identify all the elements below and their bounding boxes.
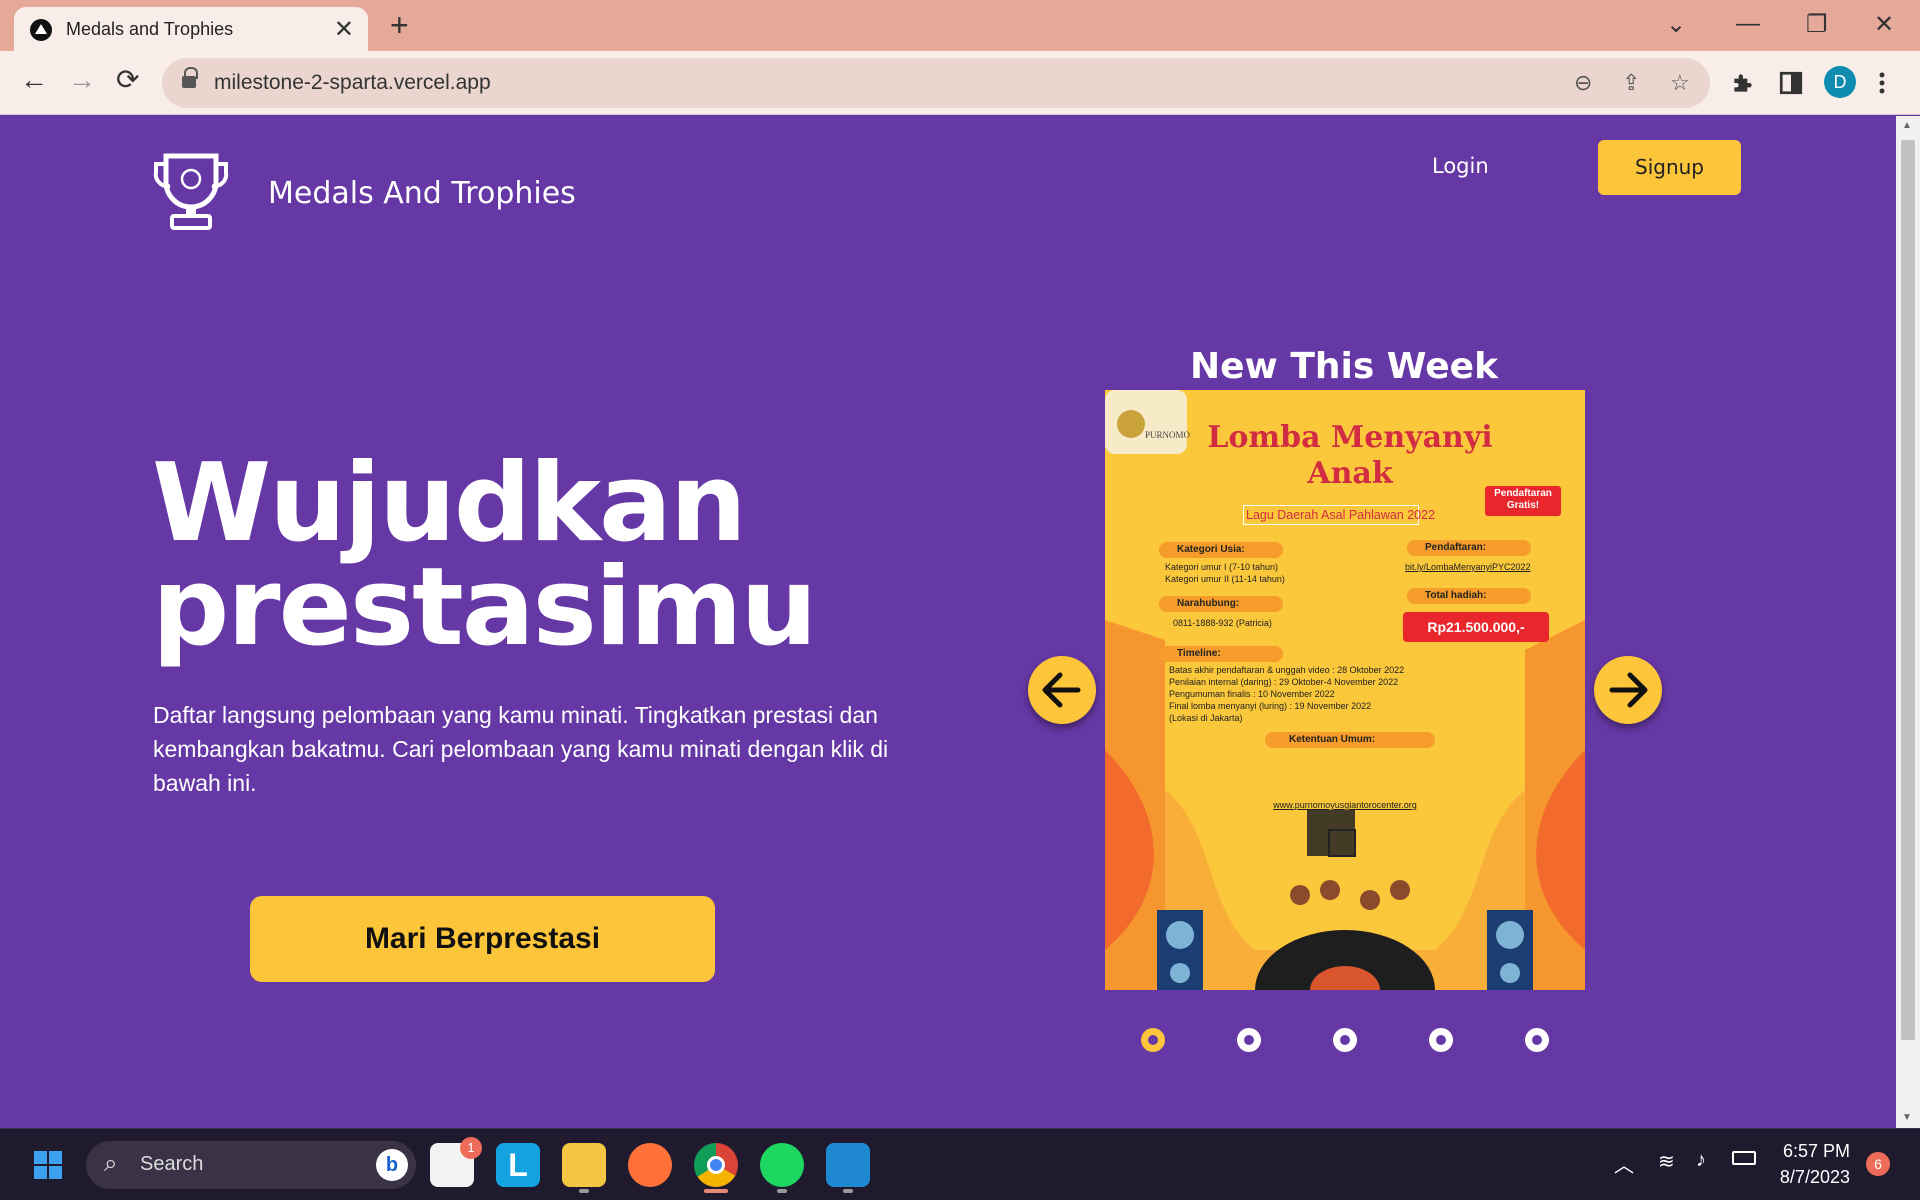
tab-search-chevron-icon[interactable]: ⌄	[1666, 10, 1686, 39]
browser-tab-bar: Medals and Trophies ✕ + ⌄ — ❐ ✕	[0, 0, 1920, 51]
hero-title: Wujudkan prestasimu	[152, 441, 817, 670]
poster-kategori-label: Kategori Usia:	[1159, 542, 1283, 558]
windows-start-icon[interactable]	[34, 1151, 62, 1179]
volume-icon[interactable]: ♪	[1696, 1149, 1706, 1172]
mari-berprestasi-button[interactable]: Mari Berprestasi	[250, 896, 715, 982]
poster-hadiah: Rp21.500.000,-	[1427, 619, 1525, 635]
carousel-dot[interactable]	[1429, 1028, 1453, 1052]
spotify-running-indicator	[777, 1189, 787, 1193]
browser-tab[interactable]: Medals and Trophies ✕	[14, 7, 368, 51]
store-badge: 1	[460, 1137, 482, 1159]
signup-button[interactable]: Signup	[1598, 140, 1741, 195]
taskbar-search[interactable]: ⌕ Search b	[86, 1141, 416, 1189]
reload-button[interactable]: ⟳	[116, 65, 139, 95]
side-panel-icon[interactable]	[1778, 70, 1804, 96]
restore-button[interactable]: ❐	[1806, 10, 1828, 39]
login-link[interactable]: Login	[1432, 154, 1489, 178]
poster-timeline-item: (Lokasi di Jakarta)	[1169, 713, 1243, 723]
vscode-running-indicator	[843, 1189, 853, 1193]
microsoft-store-icon[interactable]: 1	[430, 1137, 482, 1187]
poster-timeline-label: Timeline:	[1159, 646, 1283, 662]
firefox-icon[interactable]	[628, 1143, 672, 1187]
chrome-icon[interactable]	[694, 1143, 738, 1187]
carousel-dot[interactable]	[1333, 1028, 1357, 1052]
carousel-dot[interactable]	[1141, 1028, 1165, 1052]
poster-kategori-1: Kategori umur I (7-10 tahun)	[1165, 562, 1279, 572]
competition-poster[interactable]: PURNOMO Lomba Menyanyi Anak Lagu Daerah …	[1105, 390, 1585, 990]
arrow-left-icon	[1042, 672, 1081, 708]
minimize-button[interactable]: —	[1736, 10, 1760, 38]
spotify-icon[interactable]	[760, 1143, 804, 1187]
show-hidden-icons-chevron-icon[interactable]: ︿	[1614, 1149, 1634, 1178]
carousel-dot[interactable]	[1525, 1028, 1549, 1052]
bing-icon[interactable]: b	[376, 1149, 408, 1181]
poster-timeline-item: Pengumuman finalis : 10 November 2022	[1169, 689, 1335, 699]
tab-close-icon[interactable]: ✕	[334, 15, 354, 44]
extensions-puzzle-icon[interactable]	[1730, 70, 1756, 96]
kebab-menu-icon[interactable]	[1878, 71, 1886, 95]
zoom-icon[interactable]: ⊖	[1574, 70, 1592, 96]
poster-kategori-2: Kategori umur II (11-14 tahun)	[1165, 574, 1285, 584]
poster-hadiah-label: Total hadiah:	[1407, 588, 1531, 604]
brand-name[interactable]: Medals And Trophies	[268, 176, 576, 211]
scroll-down-icon[interactable]: ▼	[1902, 1112, 1912, 1123]
vercel-favicon-icon	[30, 19, 52, 41]
carousel-dot[interactable]	[1237, 1028, 1261, 1052]
clock-date[interactable]: 8/7/2023	[1770, 1167, 1850, 1188]
poster-title: Lomba Menyanyi Anak	[1207, 420, 1493, 491]
poster-timeline-item: Penilaian internal (daring) : 29 Oktober…	[1169, 677, 1399, 687]
profile-avatar[interactable]: D	[1824, 66, 1856, 98]
poster-timeline: Batas akhir pendaftaran & unggah video :…	[1169, 664, 1404, 724]
page-scrollbar[interactable]: ▲ ▼	[1896, 116, 1920, 1128]
carousel-prev-button[interactable]	[1028, 656, 1096, 724]
chrome-active-indicator	[704, 1189, 728, 1193]
clock-time[interactable]: 6:57 PM	[1770, 1141, 1850, 1162]
poster-badge: Pendaftaran Gratis!	[1494, 488, 1552, 511]
hero-description: Daftar langsung pelombaan yang kamu mina…	[153, 702, 889, 796]
close-window-button[interactable]: ✕	[1874, 10, 1894, 39]
bookmark-star-icon[interactable]: ☆	[1670, 70, 1690, 96]
lock-icon[interactable]	[182, 67, 198, 90]
taskbar-search-placeholder[interactable]: Search	[140, 1153, 203, 1176]
poster-ketentuan-label: Ketentuan Umum:	[1265, 732, 1435, 748]
wifi-icon[interactable]: ≋	[1658, 1149, 1675, 1174]
hero-title-line-1: Wujudkan	[152, 441, 747, 566]
carousel-heading: New This Week	[1189, 346, 1499, 387]
poster-subtitle: Lagu Daerah Asal Pahlawan 2022	[1243, 505, 1435, 525]
windows-taskbar: ⌕ Search b 1 L ︿ ≋ ♪ 6:57 PM 8/7/2023 6	[0, 1128, 1920, 1200]
poster-logo-text: PURNOMO	[1145, 430, 1191, 440]
forward-button[interactable]: →	[68, 65, 96, 95]
scroll-thumb[interactable]	[1901, 140, 1915, 1040]
carousel-next-button[interactable]	[1594, 656, 1662, 724]
file-explorer-icon[interactable]	[562, 1143, 606, 1187]
poster-narahubung-label: Narahubung:	[1159, 596, 1283, 612]
url-text[interactable]: milestone-2-sparta.vercel.app	[214, 71, 491, 95]
file-explorer-running-indicator	[579, 1189, 589, 1193]
share-icon[interactable]: ⇪	[1622, 70, 1640, 96]
poster-website[interactable]: www.purnomoyusgiantorocenter.org	[1225, 800, 1465, 810]
back-button[interactable]: ←	[20, 65, 48, 95]
address-bar[interactable]: milestone-2-sparta.vercel.app ⊖ ⇪ ☆	[162, 58, 1710, 108]
poster-pendaftaran-label: Pendaftaran:	[1407, 540, 1531, 556]
arrow-right-icon	[1609, 672, 1648, 708]
vscode-icon[interactable]	[826, 1143, 870, 1187]
battery-icon[interactable]	[1732, 1151, 1756, 1165]
poster-narahubung: 0811-1888-932 (Patricia)	[1173, 618, 1272, 628]
new-tab-button[interactable]: +	[390, 8, 409, 42]
tab-title: Medals and Trophies	[66, 19, 234, 39]
scroll-up-icon[interactable]: ▲	[1902, 120, 1912, 131]
poster-pendaftaran-link[interactable]: bit.ly/LombaMenyanyiPYC2022	[1405, 562, 1531, 572]
trophy-logo-icon[interactable]	[152, 152, 230, 232]
poster-timeline-item: Batas akhir pendaftaran & unggah video :…	[1169, 665, 1405, 675]
browser-toolbar: ← → ⟳ milestone-2-sparta.vercel.app ⊖ ⇪ …	[0, 51, 1920, 115]
l-app-icon[interactable]: L	[496, 1143, 540, 1187]
poster-timeline-item: Final lomba menyanyi (luring) : 19 Novem…	[1169, 701, 1372, 711]
hero-title-line-2: prestasimu	[152, 545, 817, 670]
search-icon: ⌕	[104, 1150, 118, 1177]
page-viewport: Medals And Trophies Login Signup Wujudka…	[0, 116, 1896, 1128]
notification-badge[interactable]: 6	[1866, 1152, 1890, 1176]
